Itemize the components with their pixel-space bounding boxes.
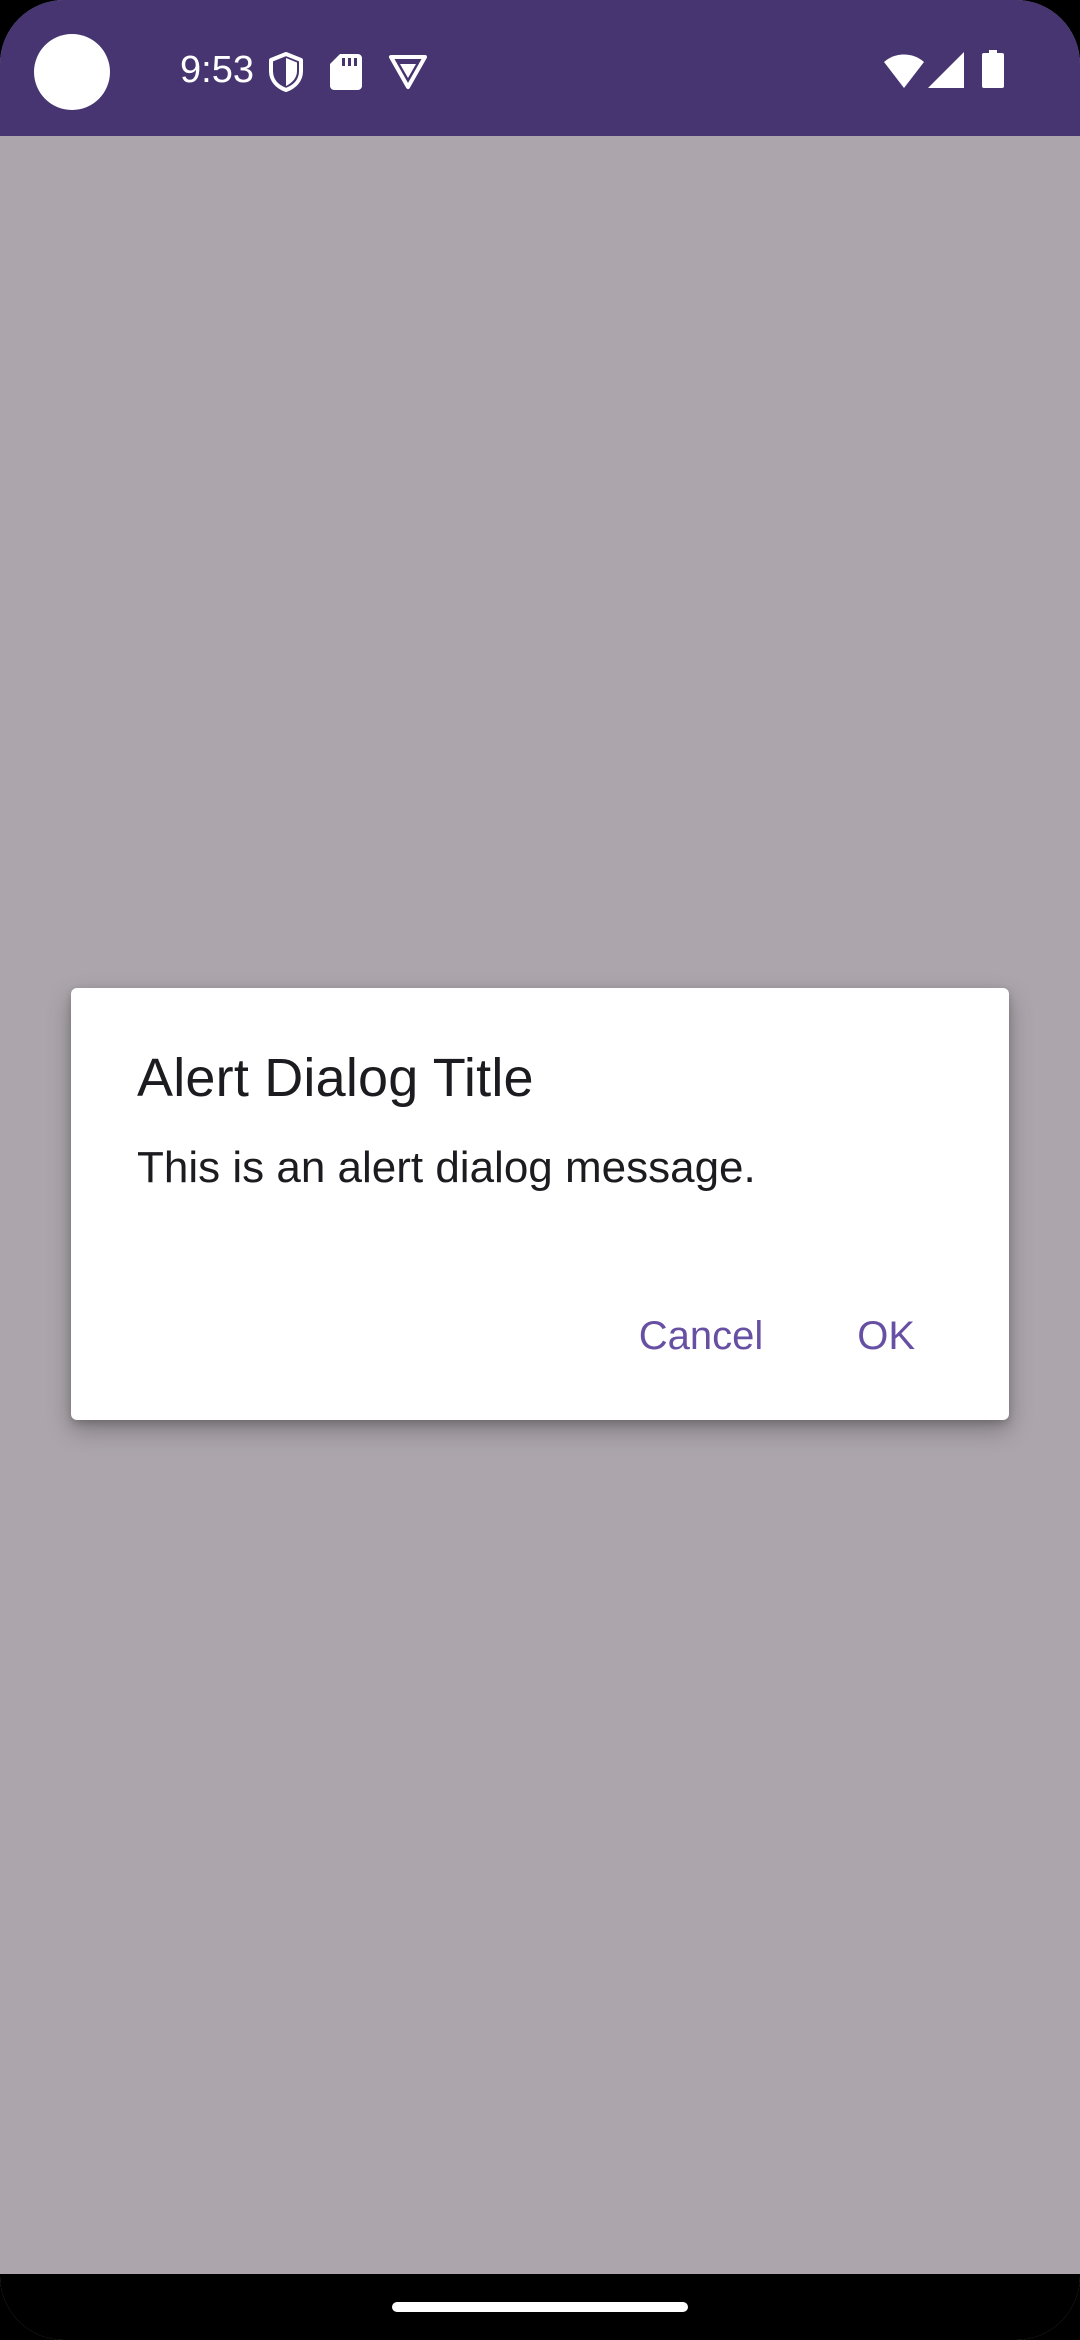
alert-dialog: Alert Dialog Title This is an alert dial… [71, 988, 1009, 1420]
sd-card-icon [330, 54, 362, 90]
vpn-icon [389, 55, 427, 89]
battery-icon [982, 50, 1004, 88]
wifi-icon [884, 54, 924, 88]
device-screen: 9:53 Alert Dialog Title This is an alert… [0, 0, 1080, 2340]
ok-button[interactable]: OK [825, 1288, 947, 1384]
dialog-actions: Cancel OK [607, 1288, 1009, 1384]
dialog-title: Alert Dialog Title [137, 1048, 534, 1108]
cancel-button[interactable]: Cancel [607, 1288, 796, 1384]
shield-icon [269, 52, 303, 92]
front-camera-cutout [34, 34, 110, 110]
status-bar: 9:53 [0, 0, 1080, 136]
status-time: 9:53 [180, 49, 254, 91]
dialog-message: This is an alert dialog message. [137, 1143, 756, 1192]
cell-signal-icon [928, 52, 964, 88]
home-gesture-handle[interactable] [392, 2302, 688, 2312]
